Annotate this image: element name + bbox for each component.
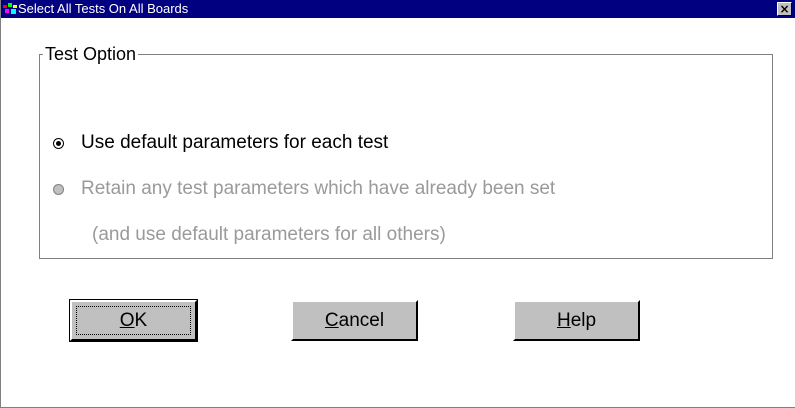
focus-rectangle — [76, 306, 191, 335]
radio-selected-icon[interactable] — [53, 138, 64, 149]
ok-button[interactable]: OK — [69, 299, 198, 342]
app-icon — [3, 3, 17, 14]
title-bar[interactable]: Select All Tests On All Boards × — [1, 0, 795, 18]
cancel-button[interactable]: Cancel — [291, 300, 418, 341]
dialog-window: Select All Tests On All Boards × Test Op… — [0, 0, 795, 408]
window-title: Select All Tests On All Boards — [18, 1, 189, 16]
help-button[interactable]: Help — [513, 300, 640, 341]
close-icon[interactable]: × — [777, 2, 792, 16]
help-label-rest: elp — [570, 310, 597, 331]
group-label: Test Option — [43, 42, 139, 66]
radio-label-retain-params: Retain any test parameters which have al… — [81, 178, 556, 199]
radio-disabled-icon — [53, 184, 64, 195]
radio-label-retain-params-line2: (and use default parameters for all othe… — [92, 224, 446, 245]
radio-label-use-default: Use default parameters for each test — [81, 132, 389, 153]
help-mnemonic: H — [556, 310, 571, 331]
cancel-label-rest: ancel — [338, 310, 385, 331]
cancel-mnemonic: C — [324, 310, 339, 331]
